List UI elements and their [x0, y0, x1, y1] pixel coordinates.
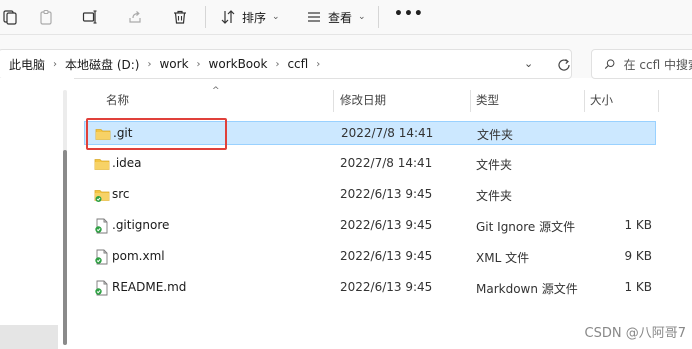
chevron-right-icon[interactable]: › [275, 59, 279, 70]
file-type: Git Ignore 源文件 [476, 220, 576, 234]
chevron-right-icon[interactable]: › [147, 59, 151, 70]
nav-selected-item[interactable] [0, 325, 58, 349]
breadcrumb-item[interactable]: work [159, 57, 188, 71]
column-header-type[interactable]: 类型 [476, 92, 499, 108]
file-row[interactable]: .gitignore 2022/6/13 9:45 Git Ignore 源文件 1 … [84, 214, 656, 238]
file-type: Markdown 源文件 [476, 282, 578, 296]
file-size: 1 KB [624, 218, 652, 232]
chevron-down-icon: ⌄ [272, 12, 280, 22]
share-icon[interactable] [125, 7, 145, 27]
delete-icon[interactable] [170, 7, 190, 27]
file-modified-date: 2022/6/13 9:45 [340, 218, 433, 232]
file-name: .gitignore [112, 218, 170, 232]
search-input[interactable]: 在 ccfl 中搜索 [624, 56, 692, 73]
copy-icon[interactable] [0, 7, 20, 27]
breadcrumb-item[interactable]: workBook [209, 57, 268, 71]
sort-icon [221, 10, 235, 24]
column-divider[interactable] [333, 90, 334, 112]
file-name: src [112, 187, 130, 201]
refresh-button[interactable] [553, 54, 575, 76]
file-modified-date: 2022/7/8 14:41 [341, 126, 434, 140]
file-type: 文件夹 [477, 128, 514, 142]
column-divider[interactable] [658, 90, 659, 112]
file-modified-date: 2022/6/13 9:45 [340, 280, 433, 294]
command-bar: 排序 ⌄ 查看 ⌄ ••• [0, 0, 692, 34]
view-button[interactable]: 查看 ⌄ [306, 6, 366, 28]
file-row[interactable]: .idea 2022/7/8 14:41 文件夹 [84, 152, 656, 176]
breadcrumb[interactable]: 此电脑 › 本地磁盘 (D:) › work › workBook › ccfl… [0, 49, 572, 79]
address-bar-area: 此电脑 › 本地磁盘 (D:) › work › workBook › ccfl… [0, 34, 692, 79]
file-modified-date: 2022/6/13 9:45 [340, 249, 433, 263]
file-row[interactable]: pom.xml 2022/6/13 9:45 XML 文件 9 KB [84, 245, 656, 269]
file-size: 9 KB [624, 249, 652, 263]
sort-label: 排序 [242, 10, 267, 25]
git-file-icon [94, 218, 110, 234]
git-file-icon [94, 280, 110, 296]
view-list-icon [308, 12, 320, 22]
file-name: pom.xml [112, 249, 165, 263]
search-box[interactable]: 在 ccfl 中搜索 [591, 49, 692, 79]
view-label: 查看 [328, 10, 353, 25]
chevron-right-icon[interactable]: › [53, 59, 57, 70]
file-list: ^ 名称 修改日期 类型 大小 .git 2022/7/8 14:41 文件夹 .id… [78, 78, 692, 349]
file-modified-date: 2022/7/8 14:41 [340, 156, 433, 170]
file-row[interactable]: src 2022/6/13 9:45 文件夹 [84, 183, 656, 207]
toolbar-divider [378, 6, 379, 28]
file-type: 文件夹 [476, 189, 513, 203]
folder-git-icon [94, 187, 110, 203]
search-icon [604, 59, 615, 69]
nav-scrollbar-thumb[interactable] [63, 150, 67, 345]
sort-ascending-icon: ^ [212, 86, 220, 96]
column-divider[interactable] [470, 90, 471, 112]
paste-icon[interactable] [36, 7, 56, 27]
folder-icon [94, 156, 110, 172]
file-name: README.md [112, 280, 187, 294]
file-name: .git [113, 126, 133, 140]
breadcrumb-item[interactable]: 本地磁盘 (D:) [65, 56, 139, 73]
chevron-right-icon[interactable]: › [316, 59, 320, 70]
file-modified-date: 2022/6/13 9:45 [340, 187, 433, 201]
file-row[interactable]: .git 2022/7/8 14:41 文件夹 [84, 121, 656, 145]
file-type: 文件夹 [476, 158, 513, 172]
folder-icon [95, 126, 111, 142]
rename-icon[interactable] [80, 7, 100, 27]
file-type: XML 文件 [476, 251, 530, 265]
file-name: .idea [112, 156, 142, 170]
breadcrumb-item[interactable]: ccfl [287, 57, 308, 71]
column-header-size[interactable]: 大小 [590, 92, 613, 108]
toolbar-divider [205, 6, 206, 28]
column-header-modified[interactable]: 修改日期 [340, 92, 386, 108]
watermark: CSDN @八阿哥7 [584, 326, 686, 341]
git-file-icon [94, 249, 110, 265]
history-dropdown-icon[interactable]: ⌄ [524, 57, 533, 70]
more-options-button[interactable]: ••• [394, 6, 424, 22]
chevron-right-icon[interactable]: › [197, 59, 201, 70]
refresh-icon [558, 59, 570, 71]
column-divider[interactable] [584, 90, 585, 112]
file-size: 1 KB [624, 280, 652, 294]
navigation-pane[interactable] [0, 78, 74, 349]
breadcrumb-item[interactable]: 此电脑 [9, 56, 45, 73]
file-row[interactable]: README.md 2022/6/13 9:45 Markdown 源文件 1 KB [84, 276, 656, 300]
chevron-down-icon: ⌄ [358, 12, 366, 22]
sort-button[interactable]: 排序 ⌄ [220, 6, 280, 28]
column-header-name[interactable]: 名称 [106, 92, 129, 108]
